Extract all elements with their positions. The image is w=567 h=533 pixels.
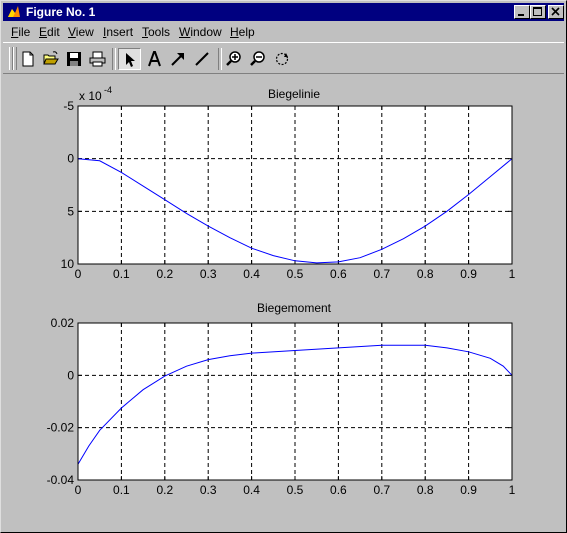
menu-help-mnemonic: H <box>230 25 239 39</box>
x-tick-label: 1 <box>509 267 516 281</box>
menu-view-label: iew <box>75 25 94 39</box>
y-exponent-label: x 10 <box>79 89 102 103</box>
axes-title: Biegelinie <box>268 87 320 101</box>
figure-window: Figure No. 1 File Edit View Insert Tools… <box>0 0 567 533</box>
zoom-out-button[interactable] <box>247 48 270 70</box>
y-tick-label: -0.02 <box>47 421 75 435</box>
new-figure-icon <box>22 51 34 67</box>
y-tick-label: 0 <box>67 152 74 166</box>
title-bar[interactable]: Figure No. 1 <box>3 3 564 21</box>
figure-canvas[interactable]: Biegelinie x 10 -4 0 0.1 0.2 0.3 0.4 0.5 0.6 0.… <box>3 74 564 529</box>
axes-biegelinie[interactable]: Biegelinie x 10 -4 0 0.1 0.2 0.3 0.4 0.5 0.6 0.… <box>61 85 516 281</box>
insert-line-button[interactable] <box>191 48 214 70</box>
menu-edit[interactable]: Edit <box>39 25 60 39</box>
matlab-logo-icon <box>6 4 22 20</box>
menu-view[interactable]: View <box>68 25 94 39</box>
insert-arrow-button[interactable] <box>167 48 190 70</box>
axes-biegemoment[interactable]: Biegemoment 0 0.1 0.2 0.3 0.4 0.5 0.6 0.7 0.8 0.9… <box>47 301 516 497</box>
window-title: Figure No. 1 <box>26 5 96 19</box>
save-icon <box>67 52 81 66</box>
menu-tools[interactable]: Tools <box>142 25 170 39</box>
y-tick-label: 5 <box>67 204 74 218</box>
x-tick-label: 0.1 <box>113 483 130 497</box>
maximize-icon <box>533 7 542 16</box>
menu-tools-label: ools <box>148 25 171 39</box>
x-tick-label: 0.2 <box>156 267 173 281</box>
print-icon <box>89 51 106 67</box>
arrow-icon <box>171 53 184 66</box>
zoom-out-icon <box>250 51 265 66</box>
y-tick-label: -0.04 <box>47 473 75 487</box>
x-tick-label: 0.3 <box>200 483 217 497</box>
zoom-in-icon <box>226 51 241 66</box>
figure-toolbar <box>3 42 564 74</box>
minimize-icon <box>518 14 524 16</box>
x-tick-label: 0.5 <box>287 267 304 281</box>
select-arrow-button[interactable] <box>118 48 141 70</box>
menu-help-label: elp <box>238 25 255 39</box>
menu-edit-mnemonic: E <box>39 25 48 39</box>
menu-insert[interactable]: Insert <box>103 25 133 39</box>
x-tick-label: 0 <box>75 267 82 281</box>
y-tick-label: -5 <box>63 99 74 113</box>
menu-insert-label: nsert <box>106 25 134 39</box>
x-tick-label: 0.4 <box>243 483 260 497</box>
rotate-3d-button[interactable] <box>271 48 294 70</box>
close-icon <box>551 7 560 16</box>
menu-file-label: ile <box>18 25 31 39</box>
menu-window[interactable]: Window <box>179 25 222 39</box>
x-tick-label: 0.6 <box>330 267 347 281</box>
zoom-in-button[interactable] <box>223 48 246 70</box>
x-tick-label: 0.8 <box>417 267 434 281</box>
close-button[interactable] <box>548 5 564 19</box>
toolbar-separator-2 <box>218 48 222 70</box>
save-button[interactable] <box>63 48 86 70</box>
insert-text-button[interactable] <box>143 48 166 70</box>
rotate-icon <box>275 52 289 66</box>
menu-window-mnemonic: W <box>179 25 191 39</box>
menu-bar: File Edit View Insert Tools Window Help <box>3 23 564 42</box>
line-icon <box>195 52 209 66</box>
open-file-button[interactable] <box>40 48 63 70</box>
y-tick-label: 10 <box>61 257 75 271</box>
x-tick-label: 0.9 <box>460 267 477 281</box>
x-tick-label: 0.2 <box>156 483 173 497</box>
menu-file[interactable]: File <box>11 25 30 39</box>
x-tick-label: 0.8 <box>417 483 434 497</box>
x-tick-label: 0.7 <box>373 483 390 497</box>
x-tick-label: 0.9 <box>460 483 477 497</box>
select-arrow-icon <box>126 53 135 67</box>
axes-title: Biegemoment <box>257 301 332 315</box>
y-exponent-value: -4 <box>104 85 112 95</box>
print-button[interactable] <box>86 48 109 70</box>
menu-edit-label: dit <box>47 25 60 39</box>
x-tick-label: 0 <box>75 483 82 497</box>
y-tick-label: 0 <box>67 368 74 382</box>
open-file-icon <box>43 51 59 65</box>
x-tick-label: 0.4 <box>243 267 260 281</box>
menu-view-mnemonic: V <box>68 25 76 39</box>
menu-help[interactable]: Help <box>230 25 255 39</box>
x-tick-label: 0.3 <box>200 267 217 281</box>
x-tick-label: 0.5 <box>287 483 304 497</box>
y-tick-label: 0.02 <box>51 316 75 330</box>
x-tick-label: 1 <box>509 483 516 497</box>
maximize-button[interactable] <box>530 5 546 19</box>
toolbar-separator <box>112 48 116 70</box>
x-tick-label: 0.6 <box>330 483 347 497</box>
text-icon <box>148 51 161 67</box>
menu-window-label: indow <box>190 25 222 39</box>
new-figure-button[interactable] <box>17 48 40 70</box>
x-tick-label: 0.1 <box>113 267 130 281</box>
x-tick-label: 0.7 <box>373 267 390 281</box>
minimize-button[interactable] <box>514 5 530 19</box>
